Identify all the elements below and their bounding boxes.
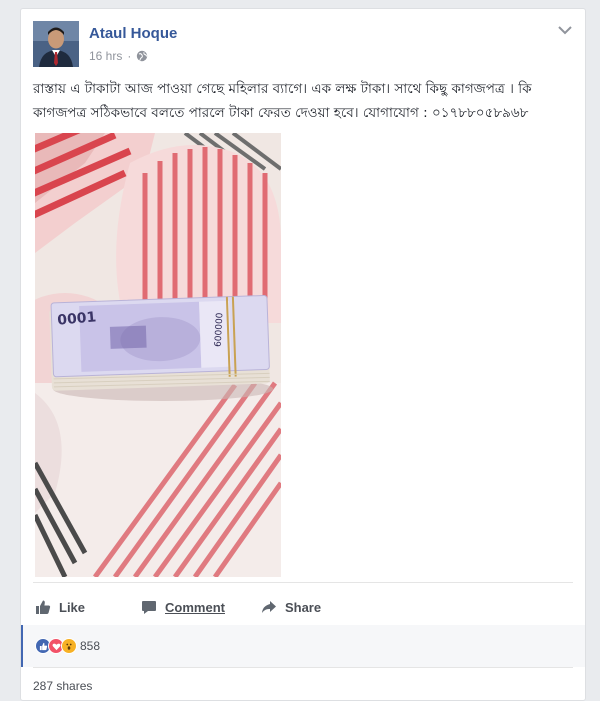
share-icon	[261, 601, 276, 613]
share-button[interactable]: Share	[261, 599, 321, 615]
reaction-icons	[35, 638, 77, 654]
thumbs-up-icon	[36, 600, 51, 614]
post-card: Ataul Hoque 16 hrs · রাস্তায় এ টাকাটা আ…	[20, 8, 586, 701]
reaction-count[interactable]: 858	[80, 639, 100, 653]
globe-icon	[136, 50, 148, 62]
svg-text:0001: 0001	[57, 309, 97, 328]
like-label: Like	[59, 599, 86, 615]
divider	[33, 667, 573, 668]
avatar[interactable]	[33, 21, 79, 67]
post-timestamp[interactable]: 16 hrs	[89, 49, 122, 63]
wow-reaction-icon	[61, 638, 77, 654]
like-button[interactable]: Like	[35, 599, 85, 615]
post-text: রাস্তায় এ টাকাটা আজ পাওয়া গেছে মহিলার …	[33, 81, 532, 121]
reactions-bar[interactable]: 858	[21, 625, 585, 667]
post-photo[interactable]: 0001 600000	[35, 133, 281, 577]
comment-icon	[142, 601, 157, 614]
svg-text:600000: 600000	[214, 312, 226, 347]
comment-label: Comment	[165, 599, 225, 615]
author-name[interactable]: Ataul Hoque	[89, 25, 177, 42]
action-bar: Like Comment Share	[33, 589, 573, 625]
shares-count[interactable]: 287 shares	[33, 679, 92, 693]
chevron-down-icon[interactable]	[557, 23, 573, 35]
post-meta: 16 hrs ·	[89, 49, 148, 63]
share-label: Share	[284, 599, 322, 615]
divider	[33, 582, 573, 583]
comment-button[interactable]: Comment	[141, 599, 225, 615]
meta-separator: ·	[127, 49, 132, 63]
